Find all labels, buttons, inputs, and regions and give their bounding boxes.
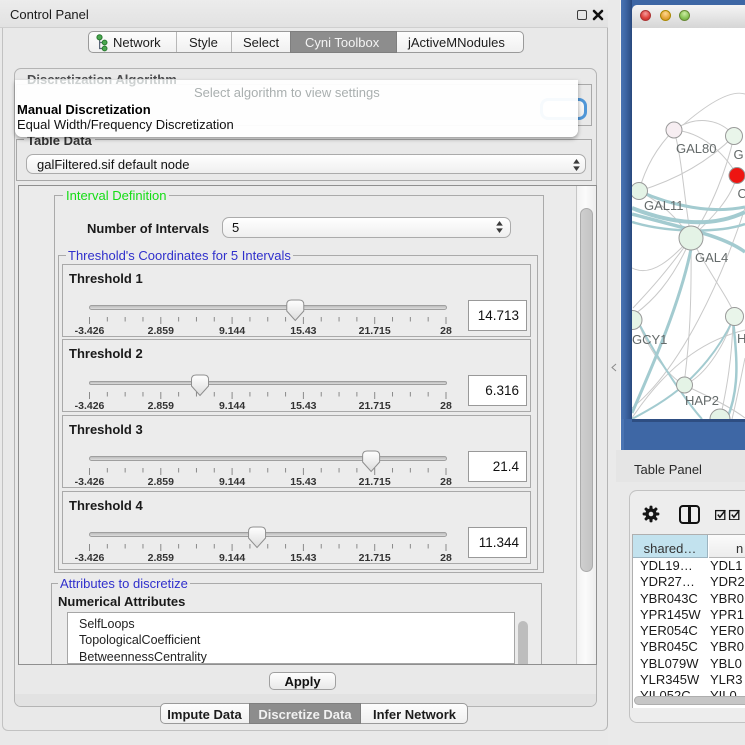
svg-text:GAL11: GAL11	[644, 198, 684, 213]
svg-text:GAL80: GAL80	[676, 141, 716, 156]
svg-text:G: G	[734, 147, 744, 162]
svg-text:C: C	[738, 186, 745, 201]
svg-text:GCY1: GCY1	[632, 332, 667, 347]
svg-text:H: H	[737, 331, 745, 346]
svg-text:GAL4: GAL4	[695, 250, 728, 265]
svg-text:HAP2: HAP2	[685, 393, 719, 408]
